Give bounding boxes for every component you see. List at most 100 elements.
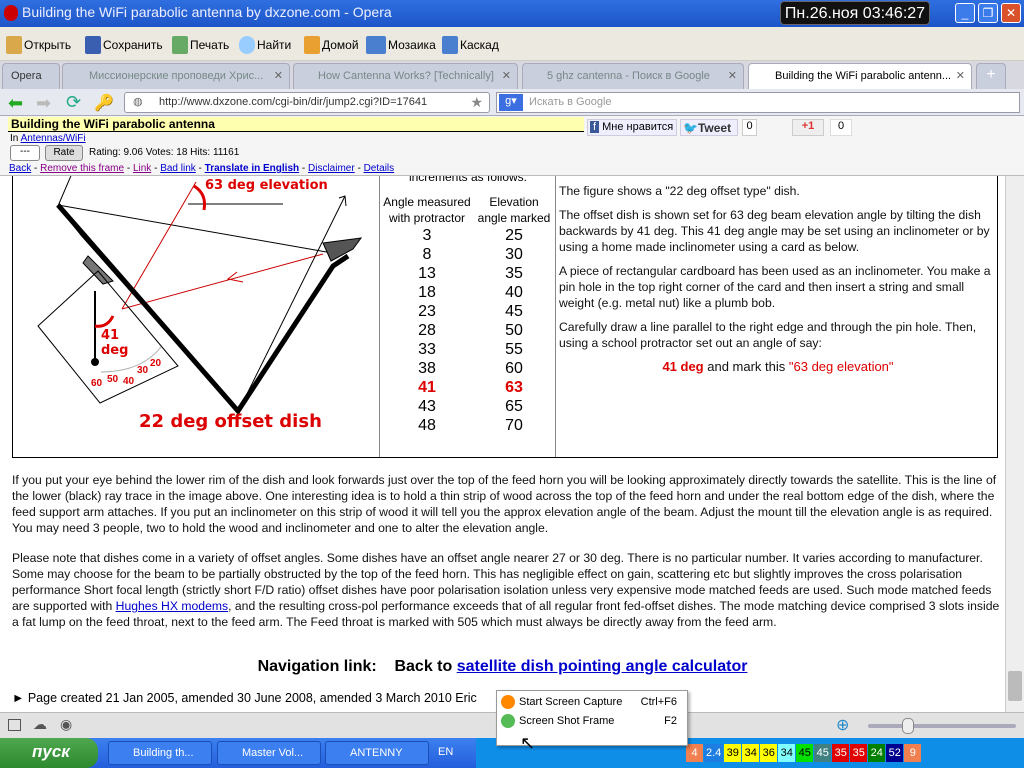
tray-indicator[interactable]: 45 xyxy=(814,744,832,762)
open-button[interactable]: Открыть xyxy=(6,36,71,54)
elevation-cell: 55 xyxy=(505,341,523,358)
page-info-icon[interactable]: ◍ xyxy=(133,95,143,108)
bookmark-star-icon[interactable]: ★ xyxy=(470,94,483,111)
menu-item-screen-shot-frame[interactable]: Screen Shot Frame F2 xyxy=(497,712,687,731)
tray-indicator[interactable]: 45 xyxy=(796,744,814,762)
vertical-scrollbar[interactable] xyxy=(1005,176,1024,712)
table-row: 38 60 xyxy=(381,359,555,378)
like-label: Мне нравится xyxy=(602,121,674,133)
tile-icon xyxy=(366,36,386,54)
scrollbar-thumb[interactable] xyxy=(1008,671,1022,701)
task-master-volume[interactable]: Master Vol... xyxy=(217,741,321,765)
tray-indicator[interactable]: 36 xyxy=(760,744,778,762)
scale-label: 30 xyxy=(137,365,149,376)
tab-google-search[interactable]: 5 ghz cantenna - Поиск в Google ✕ xyxy=(522,63,744,89)
elevation-arc xyxy=(193,184,206,211)
elevation-cell: 65 xyxy=(505,398,523,415)
save-icon xyxy=(85,36,101,54)
tile-button[interactable]: Мозаика xyxy=(366,36,436,54)
tray-indicator[interactable]: 35 xyxy=(850,744,868,762)
home-label: Домой xyxy=(322,38,359,52)
print-label: Печать xyxy=(190,38,230,52)
wand-icon[interactable]: 🔑 xyxy=(94,93,114,113)
tray-indicator[interactable]: 4 xyxy=(686,744,703,762)
forward-arrow-icon[interactable]: ➡ xyxy=(36,93,51,114)
zoom-icon[interactable]: ⊕ xyxy=(836,715,849,735)
tweet-button[interactable]: 🐦Tweet xyxy=(680,119,738,136)
elevation-cell: 25 xyxy=(505,227,523,244)
close-button[interactable]: ✕ xyxy=(1001,3,1021,23)
facebook-like-button[interactable]: f Мне нравится xyxy=(587,119,677,136)
tray-indicator[interactable]: 24 xyxy=(868,744,886,762)
menu-shortcut: F2 xyxy=(664,715,677,727)
frame-links: Back - Remove this frame - Link - Bad li… xyxy=(9,163,395,174)
calculator-link[interactable]: satellite dish pointing angle calculator xyxy=(457,658,748,675)
elevation-cell: 30 xyxy=(505,246,523,263)
close-tab-icon[interactable]: ✕ xyxy=(956,69,965,82)
close-tab-icon[interactable]: ✕ xyxy=(502,69,511,82)
zoom-slider[interactable] xyxy=(868,718,1016,734)
hughes-modems-link[interactable]: Hughes HX modems xyxy=(116,599,228,613)
tray-indicator[interactable]: 2.4 xyxy=(704,744,724,762)
translate-link[interactable]: Translate in English xyxy=(205,163,299,174)
back-arrow-icon[interactable]: ⬅ xyxy=(8,93,23,114)
tray-indicator[interactable]: 34 xyxy=(778,744,796,762)
tray-indicator[interactable]: 39 xyxy=(724,744,742,762)
category-link[interactable]: Antennas/WiFi xyxy=(21,133,86,144)
gplus-count: 0 xyxy=(830,119,852,136)
table-row: 41 63 xyxy=(381,378,555,397)
link-link[interactable]: Link xyxy=(133,163,151,174)
url-input[interactable]: http://www.dxzone.com/cgi-bin/dir/jump2.… xyxy=(124,92,490,113)
new-tab-button[interactable]: + xyxy=(976,63,1006,89)
gplus-button[interactable]: +1 xyxy=(792,119,824,136)
task-label: Building th... xyxy=(133,747,194,759)
close-tab-icon[interactable]: ✕ xyxy=(274,69,283,82)
print-button[interactable]: Печать xyxy=(172,36,229,54)
menu-item-start-capture[interactable]: Start Screen Capture Ctrl+F6 xyxy=(497,693,687,712)
cloud-icon[interactable]: ☁ xyxy=(33,716,47,733)
main-toolbar: Открыть Сохранить Печать Найти Домой Моз… xyxy=(0,27,1024,61)
panel-toggle-icon[interactable] xyxy=(8,719,21,731)
twitter-icon: 🐦 xyxy=(683,121,698,135)
back-link[interactable]: Back xyxy=(9,163,31,174)
rate-button[interactable]: Rate xyxy=(45,145,83,161)
google-search-engine-icon[interactable]: g▾ xyxy=(499,94,523,111)
tray-indicator[interactable]: 9 xyxy=(904,744,922,762)
home-icon xyxy=(304,36,320,54)
tab-wifi-antenna[interactable]: Building the WiFi parabolic antenn... ✕ xyxy=(748,63,972,89)
save-button[interactable]: Сохранить xyxy=(85,36,163,54)
bad-link-link[interactable]: Bad link xyxy=(160,163,196,174)
protractor-cell: 48 xyxy=(418,417,436,434)
scale-label: 20 xyxy=(150,358,162,369)
tray-indicator[interactable]: 52 xyxy=(886,744,904,762)
restore-button[interactable]: ❐ xyxy=(978,3,998,23)
tab-bar: Opera Миссионерские проповеди Хрис... ✕ H… xyxy=(0,61,1024,89)
angle-label: 41 xyxy=(101,328,119,343)
tab-cantenna[interactable]: How Cantenna Works? [Technically] ✕ xyxy=(293,63,518,89)
find-button[interactable]: Найти xyxy=(239,36,291,54)
details-link[interactable]: Details xyxy=(364,163,395,174)
start-label: пуск xyxy=(32,742,70,761)
search-input[interactable]: Искать в Google g▾ xyxy=(496,92,1020,113)
paragraph-eye: If you put your eye behind the lower rim… xyxy=(12,473,997,535)
zoom-slider-thumb[interactable] xyxy=(902,718,914,734)
start-button[interactable]: пуск xyxy=(0,738,98,768)
rating-select[interactable]: --- xyxy=(10,145,40,161)
tab-missionary[interactable]: Миссионерские проповеди Хрис... ✕ xyxy=(62,63,290,89)
cascade-button[interactable]: Каскад xyxy=(442,36,499,54)
tray-indicator[interactable]: 35 xyxy=(832,744,850,762)
remove-frame-link[interactable]: Remove this frame xyxy=(40,163,124,174)
home-button[interactable]: Домой xyxy=(304,36,359,54)
table-intro: increments as follows: xyxy=(408,176,528,184)
disclaimer-link[interactable]: Disclaimer xyxy=(308,163,355,174)
opera-menu-button[interactable]: Opera xyxy=(2,63,60,89)
protractor-cell: 43 xyxy=(418,398,436,415)
speed-dial-icon[interactable]: ◉ xyxy=(60,716,72,733)
close-tab-icon[interactable]: ✕ xyxy=(728,69,737,82)
task-opera[interactable]: Building th... xyxy=(108,741,212,765)
minimize-button[interactable]: _ xyxy=(955,3,975,23)
reload-icon[interactable]: ⟳ xyxy=(66,92,81,113)
tray-indicator[interactable]: 34 xyxy=(742,744,760,762)
task-antenny[interactable]: ANTENNY xyxy=(325,741,429,765)
language-indicator[interactable]: EN xyxy=(438,746,453,758)
